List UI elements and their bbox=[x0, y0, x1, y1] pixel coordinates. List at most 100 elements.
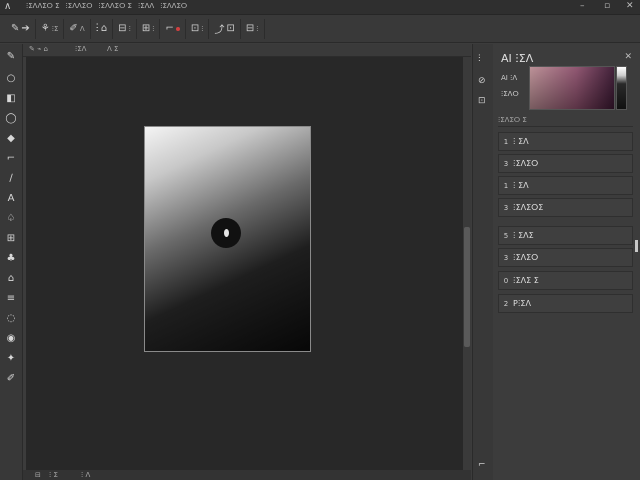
status-icon: ⊟ bbox=[35, 471, 41, 479]
dock-icon-2[interactable]: ⊘ bbox=[478, 76, 486, 86]
document-tab[interactable]: ✎ ⌁ ⌂ bbox=[29, 45, 48, 53]
layer-label: ⵗⵉⴷⵉⵔ bbox=[513, 159, 539, 168]
crop-tool-icon[interactable]: ⌐ bbox=[3, 150, 19, 166]
list-item[interactable]: 3 ⵗⵉⴷⵉⵔ bbox=[498, 154, 633, 173]
arrow-icon: ➔ bbox=[21, 23, 30, 34]
option-group-7[interactable]: ⌐ bbox=[160, 18, 186, 39]
ai-panel: AI ⵗⵉⴷ ✕ AI ⵗⴷ ⵗⵉⴷⵔ ⵗⵉⴷⵉⵔ ⵉ 1 ⵗ ⵉⴷ 3 ⵗⵉⴷⵉⵔ… bbox=[493, 44, 640, 480]
pencil-icon: ✐ bbox=[69, 23, 78, 34]
layer-label: ⵗⵉⴷⵉⵔⵉ bbox=[513, 203, 544, 212]
list-item[interactable]: 1 ⵗ ⵉⴷ bbox=[498, 132, 633, 151]
fill-tool-icon[interactable]: ◆ bbox=[3, 130, 19, 146]
option-group-9[interactable]: ⤴ ⊡ bbox=[209, 18, 241, 39]
corner-icon: ⌐ bbox=[165, 23, 174, 34]
close-window-button[interactable]: ✕ bbox=[626, 1, 634, 11]
layer-number: 0 bbox=[503, 276, 509, 285]
line-tool-icon[interactable]: ∕ bbox=[3, 170, 19, 186]
curve-icon: ⤴ bbox=[214, 25, 225, 36]
layer-label: ⵗ ⵉⴷ bbox=[513, 137, 529, 146]
list-item[interactable]: 5 ⵗ ⵉⴷⵉ bbox=[498, 226, 633, 245]
ellipse-tool-icon[interactable]: ○ bbox=[3, 70, 19, 86]
artboard-gradient[interactable] bbox=[144, 126, 311, 352]
glyph-icon: ⵗ bbox=[95, 23, 99, 34]
red-dot-icon bbox=[175, 26, 180, 31]
option-group-10[interactable]: ⊟ ⵗ bbox=[241, 18, 265, 39]
minimize-button[interactable]: – bbox=[580, 1, 585, 11]
menu-item-3[interactable]: ⵗⵉⴷⴷⵉⵔ ⵉ bbox=[98, 2, 132, 10]
color-picker-field[interactable] bbox=[529, 66, 615, 110]
dodge-tool-icon[interactable]: ◉ bbox=[3, 330, 19, 346]
pen-icon: ✎ bbox=[11, 23, 20, 34]
option-group-6[interactable]: ⊞ ⵗ bbox=[137, 18, 161, 39]
layer-number: 3 bbox=[503, 159, 509, 168]
canvas-vertical-scrollbar[interactable] bbox=[463, 57, 471, 470]
pen-tool-icon[interactable]: ✎ bbox=[3, 48, 19, 64]
drop-icon bbox=[223, 229, 229, 237]
restore-button[interactable]: ▫ bbox=[604, 1, 610, 11]
color-label-2: ⵗⵉⴷⵔ bbox=[501, 90, 519, 98]
square-icon: ⊡ bbox=[190, 23, 200, 34]
panel-scrollbar[interactable] bbox=[635, 240, 638, 252]
layer-number: 3 bbox=[503, 253, 509, 262]
status-text: ⵗ ⴷ bbox=[81, 471, 91, 479]
dock-icon-3[interactable]: ⊡ bbox=[478, 96, 486, 106]
option-group-3[interactable]: ✐ ⴷ bbox=[64, 18, 91, 39]
box-icon: ⊡ bbox=[226, 23, 235, 34]
layer-number: 1 bbox=[503, 181, 509, 190]
layer-label: ⵗ ⵉⴷ bbox=[513, 181, 529, 190]
brush-tool-icon[interactable]: ✐ bbox=[3, 370, 19, 386]
list-item[interactable]: 2 Pⵗⵉⴷ bbox=[498, 294, 633, 313]
brush-cursor-icon bbox=[211, 218, 241, 248]
layer-label: ⵗⵉⴷⵉ ⵉ bbox=[513, 276, 539, 285]
option-group-1[interactable]: ✎ ➔ bbox=[6, 18, 36, 39]
option-group-2[interactable]: ⚘ ⵗⵉ bbox=[36, 18, 65, 39]
layer-number: 5 bbox=[503, 231, 509, 240]
shape-tool-icon[interactable]: ◧ bbox=[3, 90, 19, 106]
menu-item-5[interactable]: ⵗⵉⴷⴷⵉⵔ bbox=[160, 2, 187, 10]
option-label: ⵗ bbox=[256, 24, 259, 33]
color-label-1: AI ⵗⴷ bbox=[501, 74, 518, 82]
layer-number: 1 bbox=[503, 137, 509, 146]
smudge-tool-icon[interactable]: ♣ bbox=[3, 250, 19, 266]
grid-icon: ⊞ bbox=[141, 23, 151, 34]
list-item[interactable]: 0 ⵗⵉⴷⵉ ⵉ bbox=[498, 271, 633, 290]
lasso-tool-icon[interactable]: ◯ bbox=[3, 110, 19, 126]
eraser-tool-icon[interactable]: ⌂ bbox=[3, 270, 19, 286]
panel-title: AI ⵗⵉⴷ bbox=[501, 52, 534, 65]
main-menu: ⵗⵉⴷⴷⵉⵔ ⵉ ⵗⵉⴷⴷⵉⵔ ⵗⵉⴷⴷⵉⵔ ⵉ ⵗⵉⴷⴷ ⵗⵉⴷⴷⵉⵔ bbox=[26, 2, 187, 10]
frame-icon: ⊟ bbox=[118, 23, 127, 34]
dock-icon-4[interactable]: ⌐ bbox=[478, 460, 486, 470]
burn-tool-icon[interactable]: ✦ bbox=[3, 350, 19, 366]
close-icon[interactable]: ✕ bbox=[624, 52, 632, 62]
list-item[interactable]: 1 ⵗ ⵉⴷ bbox=[498, 176, 633, 195]
grid-tool-icon[interactable]: ⊞ bbox=[3, 230, 19, 246]
menu-item-2[interactable]: ⵗⵉⴷⴷⵉⵔ bbox=[66, 2, 93, 10]
status-text: ⵗ ⵉ bbox=[49, 471, 58, 479]
option-group-5[interactable]: ⊟ ⵗ bbox=[113, 18, 137, 39]
list-item[interactable]: 3 ⵗⵉⴷⵉⵔ bbox=[498, 248, 633, 267]
hue-slider[interactable] bbox=[616, 66, 627, 110]
scrollbar-thumb[interactable] bbox=[464, 227, 470, 347]
layers-subheader: ⵗⵉⴷⵉⵔ ⵉ bbox=[498, 116, 633, 127]
option-group-8[interactable]: ⊡ ⵗ bbox=[186, 18, 210, 39]
tool-palette: ✎ ○ ◧ ◯ ◆ ⌐ ∕ A ♤ ⊞ ♣ ⌂ ≡ ◌ ◉ ✦ ✐ bbox=[0, 44, 23, 480]
menu-bar: ∧ ⵗⵉⴷⴷⵉⵔ ⵉ ⵗⵉⴷⴷⵉⵔ ⵗⵉⴷⴷⵉⵔ ⵉ ⵗⵉⴷⴷ ⵗⵉⴷⴷⵉⵔ –… bbox=[0, 0, 640, 15]
menu-item-1[interactable]: ⵗⵉⴷⴷⵉⵔ ⵉ bbox=[26, 2, 60, 10]
document-tab-label[interactable]: ⵗⵉⴷ bbox=[75, 45, 86, 53]
stamp-tool-icon[interactable]: ♤ bbox=[3, 210, 19, 226]
document-tab-label[interactable]: ⴷ ⵉ bbox=[107, 45, 118, 53]
layer-label: ⵗ ⵉⴷⵉ bbox=[513, 231, 534, 240]
list-item[interactable]: 3 ⵗⵉⴷⵉⵔⵉ bbox=[498, 198, 633, 217]
menu-item-4[interactable]: ⵗⵉⴷⴷ bbox=[138, 2, 154, 10]
text-tool-icon[interactable]: A bbox=[3, 190, 19, 206]
dock-icon-1[interactable]: ⵗ bbox=[478, 54, 481, 64]
brush-icon: ⚘ bbox=[40, 23, 50, 34]
rotate-tool-icon[interactable]: ◌ bbox=[3, 310, 19, 326]
layers-tool-icon[interactable]: ≡ bbox=[3, 290, 19, 306]
document-tab-bar: ✎ ⌁ ⌂ ⵗⵉⴷ ⴷ ⵉ bbox=[23, 44, 471, 57]
option-group-4[interactable]: ⵗ ⌂ bbox=[91, 18, 114, 39]
layer-label: ⵗⵉⴷⵉⵔ bbox=[513, 253, 539, 262]
layer-number: 3 bbox=[503, 203, 509, 212]
status-bar: ⊟ ⵗ ⵉ ⵗ ⴷ bbox=[23, 470, 471, 480]
canvas-area[interactable] bbox=[26, 57, 463, 470]
